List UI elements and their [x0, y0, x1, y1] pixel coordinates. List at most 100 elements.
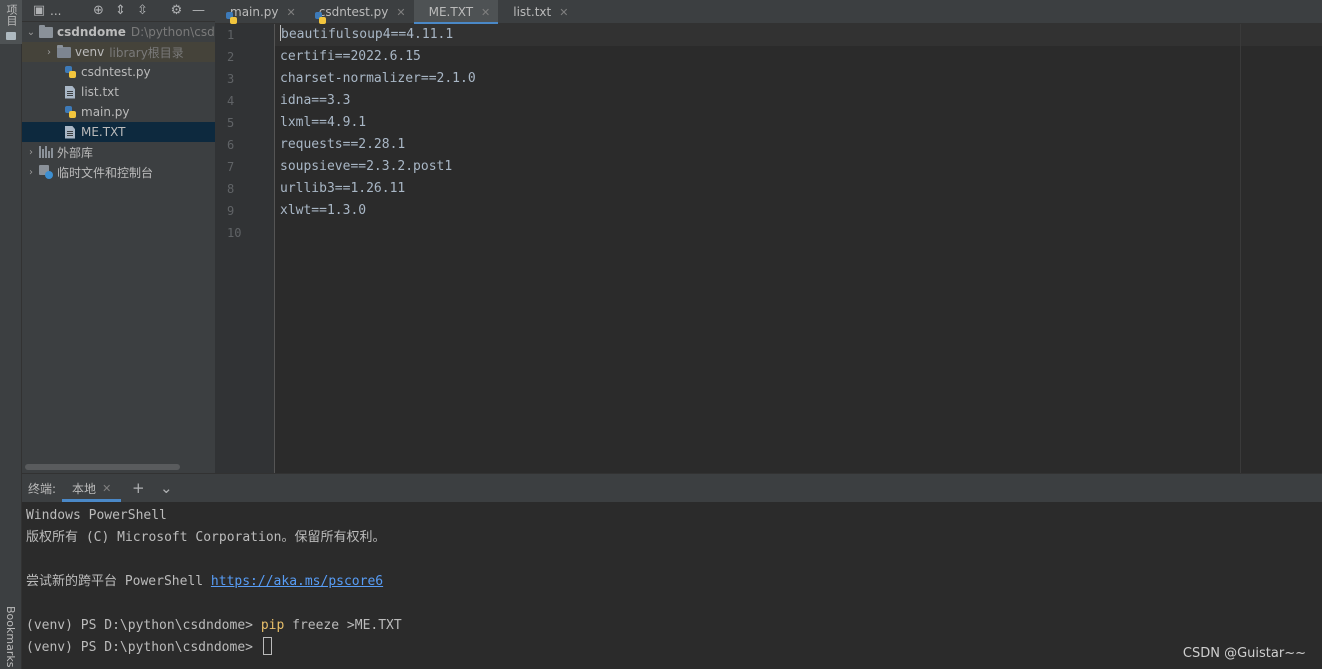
project-tool-label: 项目 [5, 4, 18, 26]
terminal-line: 尝试新的跨平台 PowerShell https://aka.ms/pscore… [26, 571, 1318, 593]
close-icon[interactable]: ✕ [102, 482, 111, 495]
terminal-prompt: (venv) PS D:\python\csdndome> [26, 618, 261, 633]
tab-me-txt[interactable]: ME.TXT ✕ [413, 0, 499, 25]
tab-terminal-local[interactable]: 本地 ✕ [62, 474, 122, 502]
tree-item-label: 临时文件和控制台 [57, 165, 154, 180]
ide-window: 项目 Bookmarks ▣ ... ⊕ ⇕ ⇳ ⚙ — ⌄ csdndome … [0, 0, 1322, 669]
code-line-text: beautifulsoup4==4.11.1 [281, 27, 454, 42]
terminal-line-empty [26, 593, 1318, 615]
gear-icon[interactable]: ⚙ [169, 3, 183, 18]
close-icon[interactable]: ✕ [559, 6, 568, 19]
terminal-header: 终端: 本地 ✕ + ⌄ [22, 474, 1322, 502]
tree-item-root[interactable]: ⌄ csdndome D:\python\csd [22, 22, 215, 42]
pscore-link[interactable]: https://aka.ms/pscore6 [211, 574, 383, 589]
tab-label: csdntest.py [318, 5, 389, 19]
tree-item-main-py[interactable]: main.py [22, 102, 215, 122]
line-number: 5 [227, 116, 235, 130]
chevron-right-icon[interactable]: › [24, 147, 38, 158]
hide-panel-icon[interactable]: — [191, 3, 205, 18]
project-panel-header: ▣ ... ⊕ ⇕ ⇳ ⚙ — [22, 0, 215, 22]
tree-item-label: csdntest.py [81, 65, 151, 79]
terminal-tab-label: 本地 [72, 481, 97, 496]
terminal-command-args: freeze >ME.TXT [284, 618, 402, 633]
code-content[interactable]: beautifulsoup4==4.11.1 certifi==2022.6.1… [275, 24, 1322, 244]
code-line[interactable]: charset-normalizer==2.1.0 [280, 68, 1322, 90]
chevron-right-icon[interactable]: › [24, 167, 38, 178]
tree-item-label: csdndome [57, 25, 126, 39]
line-number: 10 [227, 226, 242, 240]
tab-main-py[interactable]: main.py ✕ [215, 0, 304, 24]
left-tool-strip: 项目 Bookmarks [0, 0, 22, 669]
panel-window-icon[interactable]: ▣ [32, 3, 46, 18]
code-line[interactable]: certifi==2022.6.15 [280, 46, 1322, 68]
tree-item-list-txt[interactable]: list.txt [22, 82, 215, 102]
locate-icon[interactable]: ⊕ [91, 3, 105, 18]
code-line[interactable]: xlwt==1.3.0 [280, 200, 1322, 222]
code-line[interactable]: lxml==4.9.1 [280, 112, 1322, 134]
code-line[interactable]: requests==2.28.1 [280, 134, 1322, 156]
line-number: 4 [227, 94, 235, 108]
tab-label: list.txt [513, 5, 552, 19]
line-number: 2 [227, 50, 235, 64]
code-line[interactable] [280, 222, 1322, 244]
terminal-output[interactable]: Windows PowerShell 版权所有 (C) Microsoft Co… [22, 502, 1322, 662]
terminal-command: pip [260, 618, 285, 633]
tree-item-label: main.py [81, 105, 130, 119]
line-number: 8 [227, 182, 235, 196]
line-number: 7 [227, 160, 235, 174]
project-view-label[interactable]: ... [50, 4, 61, 18]
horizontal-scrollbar[interactable] [25, 464, 180, 470]
editor-tab-bar: main.py ✕ csdntest.py ✕ ME.TXT ✕ list.tx… [215, 0, 1322, 25]
code-line[interactable]: idna==3.3 [280, 90, 1322, 112]
code-line-current[interactable]: beautifulsoup4==4.11.1 [275, 24, 1322, 46]
tree-item-hint: library根目录 [109, 45, 184, 60]
close-icon[interactable]: ✕ [396, 6, 405, 19]
chevron-down-icon[interactable]: ⌄ [155, 479, 177, 497]
text-file-icon [62, 125, 78, 139]
chevron-right-icon[interactable]: › [42, 47, 56, 58]
tab-list-txt[interactable]: list.txt ✕ [498, 0, 576, 24]
tree-item-csdntest[interactable]: csdntest.py [22, 62, 215, 82]
line-number: 9 [227, 204, 235, 218]
line-number: 3 [227, 72, 235, 86]
terminal-panel: 终端: 本地 ✕ + ⌄ Windows PowerShell 版权所有 (C)… [22, 473, 1322, 669]
expand-all-icon[interactable]: ⇕ [113, 3, 127, 18]
tab-label: main.py [230, 5, 279, 19]
terminal-input-line[interactable]: (venv) PS D:\python\csdndome> [26, 637, 1318, 659]
plus-icon[interactable]: + [127, 479, 149, 497]
project-tree: ⌄ csdndome D:\python\csd › venv library根… [22, 22, 215, 182]
tree-item-external-libraries[interactable]: › 外部库 [22, 142, 215, 162]
close-icon[interactable]: ✕ [481, 6, 490, 19]
tree-item-label: 外部库 [57, 145, 94, 160]
tree-item-me-txt[interactable]: ME.TXT [22, 122, 215, 142]
watermark: CSDN @Guistar~~ [1182, 646, 1306, 661]
library-icon [38, 145, 54, 159]
project-panel: ▣ ... ⊕ ⇕ ⇳ ⚙ — ⌄ csdndome D:\python\csd… [22, 0, 215, 473]
line-number: 6 [227, 138, 235, 152]
code-line[interactable]: soupsieve==2.3.2.post1 [280, 156, 1322, 178]
tab-label: ME.TXT [428, 5, 474, 19]
tree-item-scratches[interactable]: › 临时文件和控制台 [22, 162, 215, 182]
code-editor[interactable]: 1 2 3 4 5 6 7 8 9 10 beautifulsoup4==4.1… [215, 24, 1322, 473]
line-number-gutter: 1 2 3 4 5 6 7 8 9 10 [215, 24, 275, 473]
folder-icon [56, 44, 72, 59]
tree-item-label: list.txt [81, 85, 119, 99]
code-line[interactable]: urllib3==1.26.11 [280, 178, 1322, 200]
project-tool-tab[interactable]: 项目 [0, 0, 22, 44]
terminal-text: 尝试新的跨平台 PowerShell [26, 574, 211, 589]
terminal-cursor [262, 637, 272, 655]
terminal-line: (venv) PS D:\python\csdndome> pip freeze… [26, 615, 1318, 637]
python-file-icon [62, 65, 78, 79]
tree-item-label: ME.TXT [81, 125, 126, 139]
python-file-icon [62, 105, 78, 119]
chevron-down-icon[interactable]: ⌄ [24, 27, 38, 38]
tree-item-label: venv [75, 45, 105, 59]
terminal-prompt: (venv) PS D:\python\csdndome> [26, 640, 261, 655]
close-icon[interactable]: ✕ [287, 6, 296, 19]
scratch-console-icon [38, 165, 54, 179]
collapse-all-icon[interactable]: ⇳ [135, 3, 149, 18]
bookmarks-tool-tab[interactable]: Bookmarks [4, 606, 17, 667]
tab-csdntest-py[interactable]: csdntest.py ✕ [304, 0, 414, 24]
terminal-line: 版权所有 (C) Microsoft Corporation。保留所有权利。 [26, 530, 386, 545]
tree-item-venv[interactable]: › venv library根目录 [22, 42, 215, 62]
